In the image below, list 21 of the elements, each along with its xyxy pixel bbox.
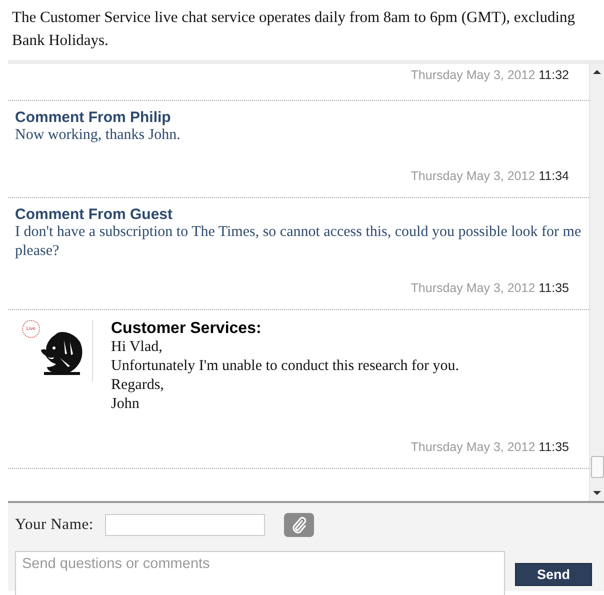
- send-button[interactable]: Send: [515, 563, 592, 586]
- timestamp: Thursday May 3, 2012 11:34: [410, 168, 570, 185]
- agent-message-line: Regards,: [111, 376, 165, 395]
- timestamp: Thursday May 3, 2012 11:32: [410, 68, 570, 84]
- agent-message-line: Hi Vlad,: [111, 338, 164, 357]
- timestamp: Thursday May 3, 2012 11:35: [410, 280, 570, 297]
- name-label: Your Name:: [15, 516, 94, 534]
- comment-author: Comment From Philip: [15, 109, 172, 126]
- paperclip-icon: [290, 516, 306, 534]
- timestamp: Thursday May 3, 2012 11:35: [410, 439, 570, 456]
- name-field[interactable]: [104, 514, 264, 536]
- message-field[interactable]: Send questions or comments: [15, 551, 505, 595]
- attach-button[interactable]: [284, 513, 314, 537]
- comment-text: Now working, thanks John.: [15, 126, 182, 145]
- agent-message-line: John: [111, 395, 140, 414]
- agent-name: Customer Services:: [111, 320, 262, 338]
- scrollbar[interactable]: [589, 64, 604, 501]
- comment-author: Comment From Guest: [15, 206, 174, 223]
- agent-message-line: Unfortunately I'm unable to conduct this research for you.: [111, 357, 460, 376]
- service-hours-notice: The Customer Service live chat service operates daily from 8am to 6pm (GMT), excluding Bank Holidays.: [11, 8, 576, 51]
- comment-text: I don't have a subscription to The Times, so cannot access this, could you possible look for me please?: [15, 223, 582, 261]
